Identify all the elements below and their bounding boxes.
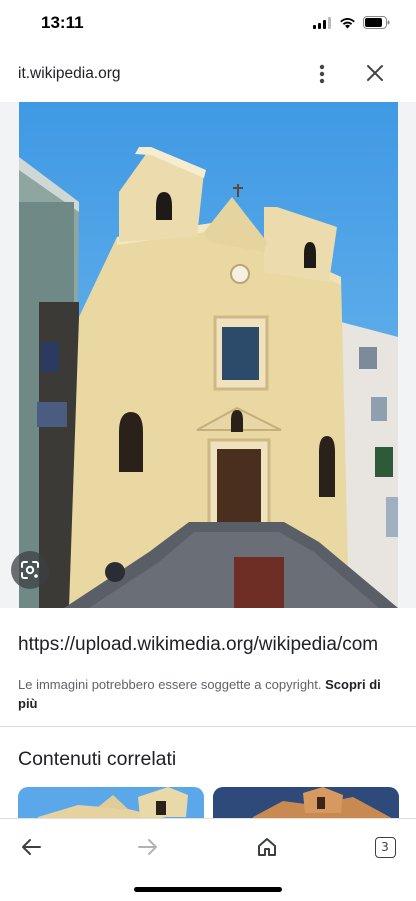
- forward-button[interactable]: [132, 831, 164, 863]
- lens-icon: [21, 561, 39, 579]
- status-bar: 13:11: [0, 0, 416, 46]
- image-source-url[interactable]: https://upload.wikimedia.org/wikipedia/c…: [18, 634, 378, 656]
- close-button[interactable]: [362, 60, 388, 86]
- tabs-icon: 3: [374, 836, 396, 858]
- home-indicator[interactable]: [134, 887, 282, 892]
- related-thumbnail[interactable]: [18, 787, 204, 819]
- tabs-button[interactable]: 3: [369, 831, 401, 863]
- close-icon: [367, 65, 383, 81]
- home-icon: [258, 838, 276, 856]
- more-options-button[interactable]: [310, 62, 334, 86]
- back-button[interactable]: [15, 831, 47, 863]
- home-button[interactable]: [251, 831, 283, 863]
- copyright-text: Le immagini potrebbero essere soggette a…: [18, 677, 326, 692]
- related-content-row: [18, 787, 416, 819]
- more-vert-icon: [319, 64, 325, 84]
- browser-top-bar: it.wikipedia.org: [0, 46, 416, 102]
- forward-arrow-icon: [138, 839, 157, 855]
- battery-icon: [363, 16, 390, 29]
- related-thumbnail[interactable]: [213, 787, 399, 819]
- church-photo[interactable]: [19, 102, 398, 608]
- wifi-icon: [340, 17, 355, 28]
- section-divider: [0, 726, 416, 727]
- bottom-toolbar: 3: [0, 818, 416, 901]
- image-preview-panel: [0, 102, 416, 608]
- page-url[interactable]: it.wikipedia.org: [18, 65, 121, 83]
- status-icons: [313, 16, 390, 29]
- related-content-title: Contenuti correlati: [18, 748, 177, 770]
- back-arrow-icon: [22, 839, 41, 855]
- signal-icon: [313, 16, 331, 29]
- google-lens-button[interactable]: [11, 551, 49, 589]
- copyright-notice: Le immagini potrebbero essere soggette a…: [18, 675, 402, 713]
- status-time: 13:11: [41, 13, 84, 32]
